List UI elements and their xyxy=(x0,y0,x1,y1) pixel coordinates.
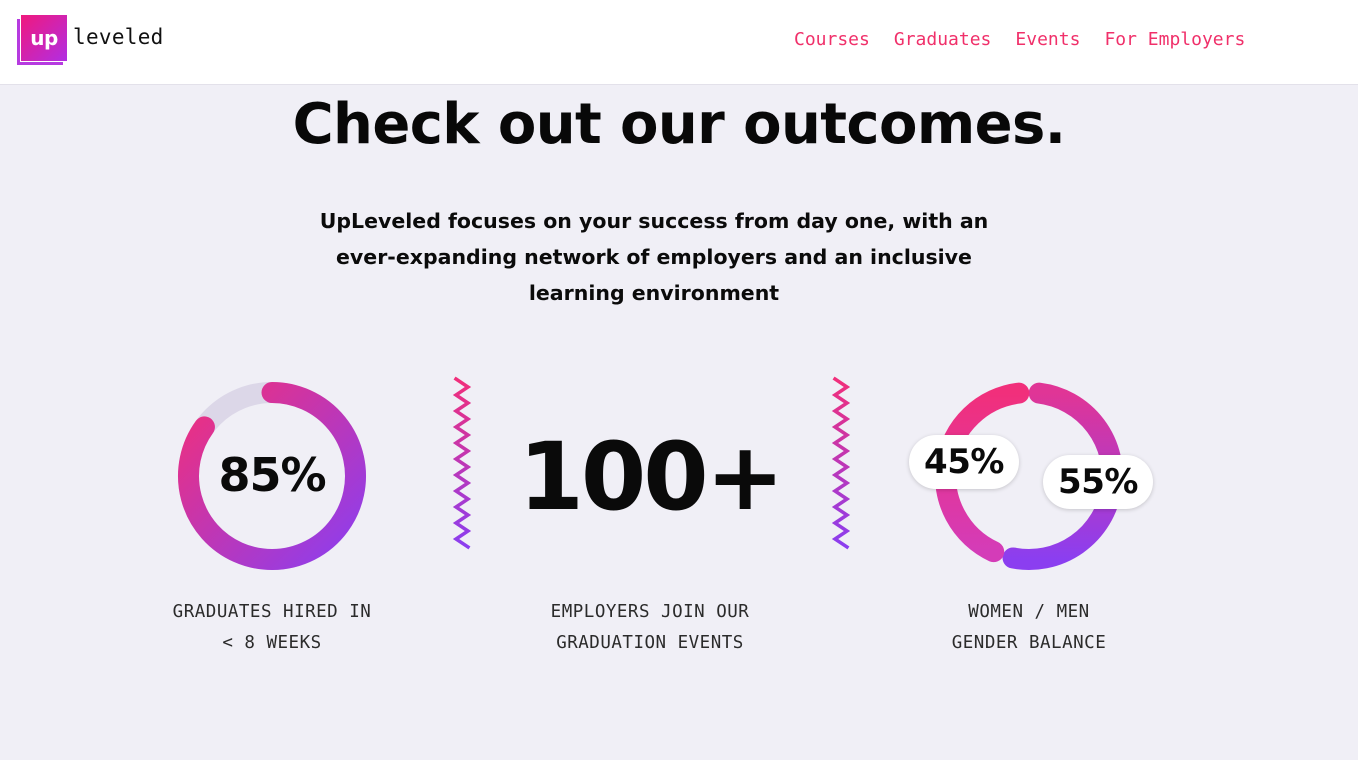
hired-caption: GRADUATES HIRED IN < 8 WEEKS xyxy=(122,597,422,659)
nav-link-courses[interactable]: Courses xyxy=(794,29,870,50)
hired-percentage: 85% xyxy=(218,448,326,502)
women-percentage-badge: 45% xyxy=(909,435,1019,489)
nav-link-graduates[interactable]: Graduates xyxy=(894,29,992,50)
zigzag-divider-left xyxy=(452,376,472,550)
page-title: Check out our outcomes. xyxy=(292,92,1066,157)
hired-caption-line2: < 8 WEEKS xyxy=(222,633,322,653)
intro-text: UpLeveled focuses on your success from d… xyxy=(319,209,989,305)
employers-caption-line1: EMPLOYERS JOIN OUR xyxy=(550,602,750,622)
site-header: up leveled Courses Graduates Events For … xyxy=(0,0,1358,85)
main-nav: Courses Graduates Events For Employers xyxy=(794,29,1269,50)
logo-mark: up xyxy=(17,15,67,65)
gender-caption: WOMEN / MEN GENDER BALANCE xyxy=(879,597,1179,659)
gender-caption-line2: GENDER BALANCE xyxy=(951,633,1107,653)
gender-caption-line1: WOMEN / MEN xyxy=(968,602,1090,622)
nav-link-events[interactable]: Events xyxy=(1015,29,1080,50)
zigzag-divider-right xyxy=(831,376,851,550)
employers-caption-line2: GRADUATION EVENTS xyxy=(556,633,744,653)
logo-wordmark: leveled xyxy=(73,25,164,49)
upleveled-logo[interactable]: up leveled xyxy=(17,15,164,65)
nav-link-for-employers[interactable]: For Employers xyxy=(1104,29,1245,50)
hired-caption-line1: GRADUATES HIRED IN xyxy=(172,602,372,622)
men-percentage-badge: 55% xyxy=(1043,455,1153,509)
logo-box: up xyxy=(21,15,67,61)
employers-count: 100+ xyxy=(518,423,785,532)
employers-caption: EMPLOYERS JOIN OUR GRADUATION EVENTS xyxy=(500,597,800,659)
